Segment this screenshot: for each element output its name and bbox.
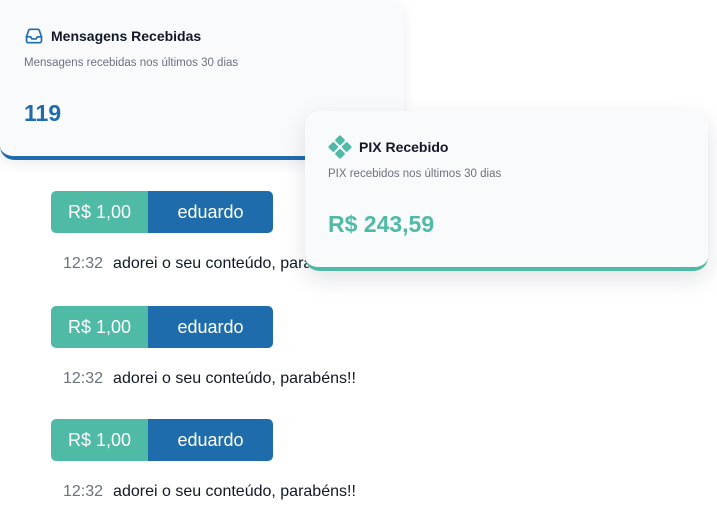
pix-card-title: PIX Recebido — [359, 139, 449, 155]
donation-amount: R$ 1,00 — [51, 191, 148, 233]
donation-message: R$ 1,00 eduardo 12:32 adorei o seu conte… — [51, 306, 356, 388]
donation-amount: R$ 1,00 — [51, 306, 148, 348]
message-text: adorei o seu conteúdo, parabéns!! — [113, 370, 356, 387]
pix-icon — [328, 135, 352, 159]
pix-card-header: PIX Recebido — [328, 135, 448, 159]
donation-chip: R$ 1,00 eduardo — [51, 191, 273, 233]
message-time: 12:32 — [63, 255, 104, 272]
donation-amount: R$ 1,00 — [51, 419, 148, 461]
message-text: adorei o seu conteúdo, parabéns!! — [113, 483, 356, 500]
messages-card-title: Mensagens Recebidas — [51, 28, 202, 44]
donor-name: eduardo — [148, 419, 273, 461]
messages-count: 119 — [24, 100, 62, 126]
messages-card-subtitle: Mensagens recebidas nos últimos 30 dias — [24, 57, 239, 69]
messages-card-header: Mensagens Recebidas — [24, 26, 201, 46]
donation-chip: R$ 1,00 eduardo — [51, 419, 273, 461]
message-time: 12:32 — [63, 483, 104, 500]
donor-name: eduardo — [148, 191, 273, 233]
pix-total-value: R$ 243,59 — [328, 211, 435, 237]
message-time: 12:32 — [63, 370, 104, 387]
message-line: 12:32 adorei o seu conteúdo, parabéns!! — [63, 370, 356, 388]
donor-name: eduardo — [148, 306, 273, 348]
donation-chip: R$ 1,00 eduardo — [51, 306, 273, 348]
inbox-icon — [24, 26, 44, 46]
message-line: 12:32 adorei o seu conteúdo, parabéns!! — [63, 483, 356, 501]
pix-card-subtitle: PIX recebidos nos últimos 30 dias — [328, 168, 502, 180]
donation-message: R$ 1,00 eduardo 12:32 adorei o seu conte… — [51, 419, 356, 501]
pix-received-card: PIX Recebido PIX recebidos nos últimos 3… — [305, 111, 708, 271]
